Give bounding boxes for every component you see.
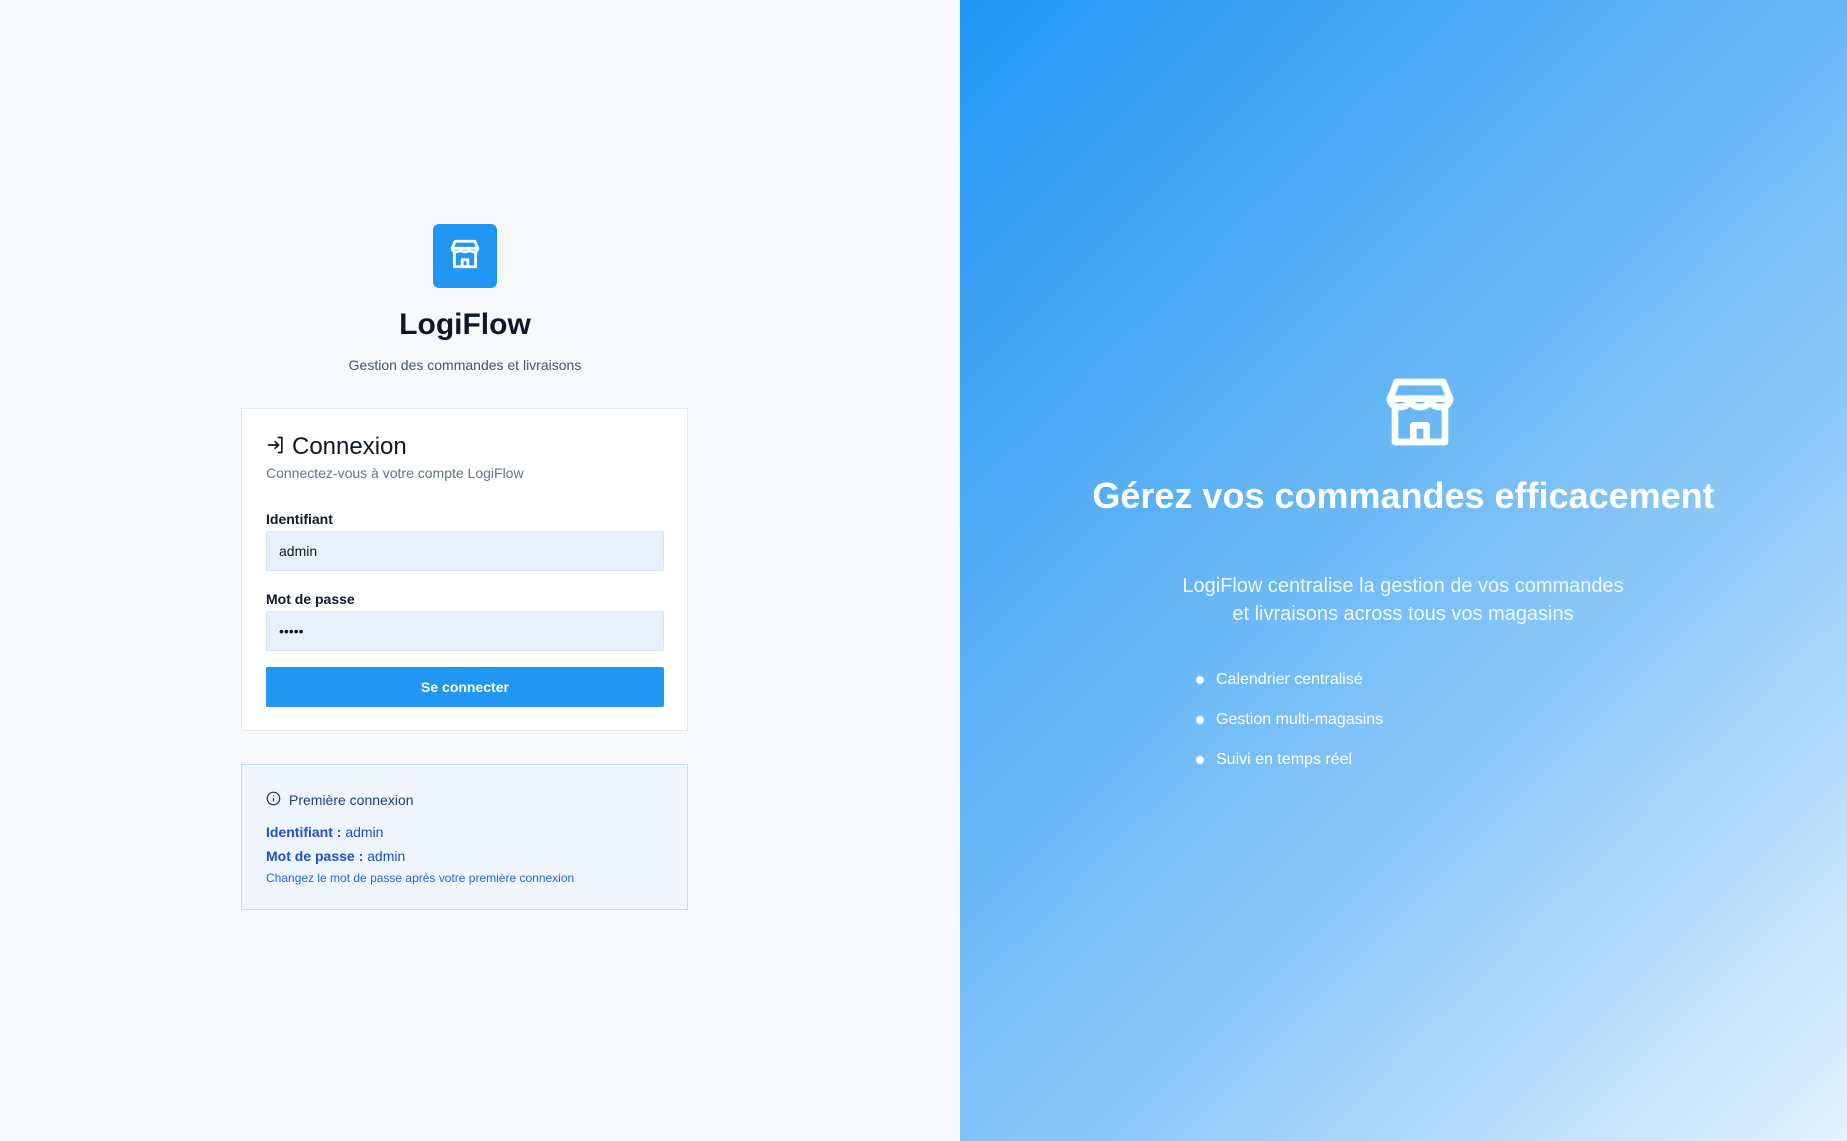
hero-panel: Gérez vos commandes efficacement LogiFlo… bbox=[960, 0, 1847, 1141]
feature-item: Suivi en temps réel bbox=[1196, 740, 1383, 780]
feature-item: Gestion multi-magasins bbox=[1196, 700, 1383, 740]
first-login-password-value: admin bbox=[367, 848, 406, 864]
app-title: LogiFlow bbox=[399, 308, 531, 341]
login-title-row: Connexion bbox=[266, 433, 407, 461]
first-login-title-row: Première connexion bbox=[266, 791, 414, 809]
feature-label: Calendrier centralisé bbox=[1216, 671, 1363, 688]
first-login-username-value: admin bbox=[345, 824, 384, 840]
app-tagline: Gestion des commandes et livraisons bbox=[348, 357, 582, 373]
login-panel: LogiFlow Gestion des commandes et livrai… bbox=[0, 0, 960, 1141]
password-label: Mot de passe bbox=[266, 591, 355, 607]
feature-item: Calendrier centralisé bbox=[1196, 660, 1383, 700]
bullet-icon bbox=[1196, 676, 1204, 684]
feature-label: Gestion multi-magasins bbox=[1216, 711, 1384, 728]
first-login-note: Changez le mot de passe après votre prem… bbox=[266, 871, 575, 885]
bullet-icon bbox=[1196, 756, 1204, 764]
password-input[interactable] bbox=[266, 611, 664, 651]
hero-title: Gérez vos commandes efficacement bbox=[1092, 475, 1715, 516]
store-icon bbox=[448, 237, 482, 276]
info-icon bbox=[266, 791, 281, 809]
login-button[interactable]: Se connecter bbox=[266, 667, 664, 707]
first-login-password-label: Mot de passe : bbox=[266, 848, 364, 864]
first-login-password: Mot de passe : admin bbox=[266, 848, 405, 864]
feature-label: Suivi en temps réel bbox=[1216, 751, 1353, 768]
login-card: Connexion Connectez-vous à votre compte … bbox=[241, 408, 688, 731]
first-login-info: Première connexion Identifiant : admin M… bbox=[241, 764, 688, 910]
bullet-icon bbox=[1196, 716, 1204, 724]
login-arrow-icon bbox=[266, 435, 286, 460]
username-input[interactable] bbox=[266, 531, 664, 571]
feature-list: Calendrier centralisé Gestion multi-maga… bbox=[1196, 660, 1383, 780]
first-login-title: Première connexion bbox=[289, 792, 414, 808]
first-login-username-label: Identifiant : bbox=[266, 824, 342, 840]
login-description: Connectez-vous à votre compte LogiFlow bbox=[266, 465, 524, 481]
username-label: Identifiant bbox=[266, 511, 333, 527]
first-login-username: Identifiant : admin bbox=[266, 824, 383, 840]
store-icon bbox=[1380, 372, 1460, 457]
login-page: LogiFlow Gestion des commandes et livrai… bbox=[0, 0, 1847, 1141]
hero-description: LogiFlow centralise la gestion de vos co… bbox=[1182, 575, 1624, 625]
login-title: Connexion bbox=[292, 433, 407, 460]
app-logo bbox=[433, 224, 497, 288]
